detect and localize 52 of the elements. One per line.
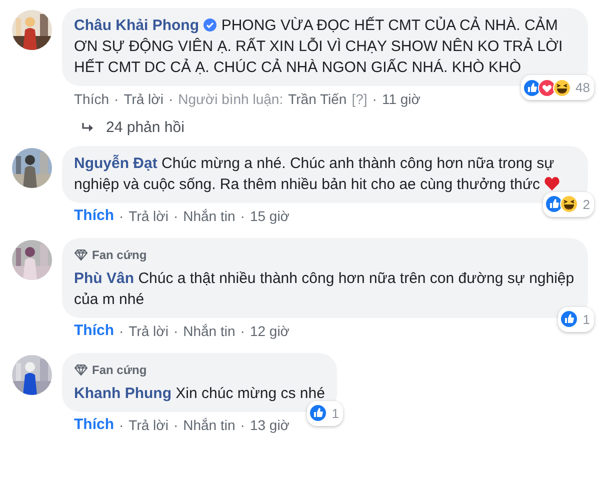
separator: ·: [114, 91, 119, 107]
comment-text: Nguyễn Đạt Chúc mừng a nhé. Chúc anh thành công hơn nữa trong sự nghiệp và cuộc sống. Ra thêm nhiều bản hit cho ae cùng thưởng thức: [74, 152, 576, 194]
separator: ·: [168, 91, 174, 107]
timestamp: 15 giờ: [250, 208, 290, 224]
commenter-name[interactable]: Trần Tiến: [288, 91, 347, 107]
action-link[interactable]: Nhắn tin: [183, 208, 236, 224]
author-name[interactable]: Khanh Phung: [74, 384, 172, 402]
reaction-summary[interactable]: 1: [558, 306, 594, 332]
reaction-count: 2: [582, 196, 590, 214]
separator: ·: [240, 416, 245, 432]
author-name[interactable]: Châu Khải Phong: [74, 17, 199, 34]
separator: ·: [173, 208, 178, 224]
reaction-summary[interactable]: 48: [520, 75, 594, 100]
comment-text: Châu Khải Phong PHONG VỪA ĐỌC HẾT CMT CỦA CẢ NHÀ. CẢM ƠN SỰ ĐỘNG VIÊN Ạ. RẤT XIN LỖI VÌ CHẠY SHOW NÊN KO TRẢ LỜI HẾT CMT DC CẢ Ạ. CHÚC CẢ NHÀ NGON GIẤC NHÁ. KHÒ KHÒ: [74, 16, 564, 78]
like-link[interactable]: Thích: [74, 208, 114, 224]
comment-text: Phù Vân Chúc a thật nhiều thành công hơn nữa trên con đường sự nghiệp của m nhé: [74, 268, 576, 310]
separator: ·: [240, 208, 245, 224]
separator: ·: [119, 322, 124, 338]
reaction-summary[interactable]: 1: [306, 400, 343, 426]
reaction-count: 1: [332, 404, 339, 422]
like-link[interactable]: Thích: [74, 322, 114, 338]
separator: ·: [173, 416, 178, 432]
timestamp: 12 giờ: [250, 322, 290, 338]
author-name[interactable]: Phù Vân: [74, 270, 134, 286]
like-link[interactable]: Thích: [74, 91, 110, 107]
author-name[interactable]: Nguyễn Đạt: [74, 154, 158, 172]
reaction-summary[interactable]: 2: [542, 192, 594, 216]
separator: ·: [173, 322, 178, 338]
action-link[interactable]: Nhắn tin: [183, 322, 236, 338]
reaction-count: 1: [582, 310, 590, 328]
diamond-icon: [74, 249, 88, 261]
replies-link[interactable]: 24 phản hồi: [82, 117, 588, 140]
badge-label: Fan cứng: [92, 246, 147, 264]
action-link[interactable]: Trả lời: [128, 322, 168, 338]
separator: ·: [240, 322, 245, 338]
comment-text: Khanh Phung Xin chúc mừng cs nhé: [74, 384, 325, 404]
separator: ·: [372, 91, 377, 107]
like-link[interactable]: Thích: [74, 416, 114, 432]
timestamp: 11 giờ: [382, 91, 420, 107]
help-link[interactable]: [?]: [352, 91, 368, 107]
reaction-count: 48: [576, 79, 590, 97]
action-link[interactable]: Trả lời: [128, 416, 168, 432]
action-link[interactable]: Trả lời: [128, 208, 168, 224]
action-link[interactable]: Nhắn tin: [183, 416, 236, 432]
badge-label: Fan cứng: [92, 362, 147, 378]
separator: ·: [119, 208, 124, 224]
diamond-icon: [74, 364, 88, 376]
timestamp: 13 giờ: [250, 416, 290, 432]
commenter-label: Người bình luận:: [178, 91, 284, 107]
separator: ·: [119, 416, 124, 432]
reply-arrow-icon: [82, 123, 94, 134]
action-link[interactable]: Trả lời: [124, 91, 164, 107]
